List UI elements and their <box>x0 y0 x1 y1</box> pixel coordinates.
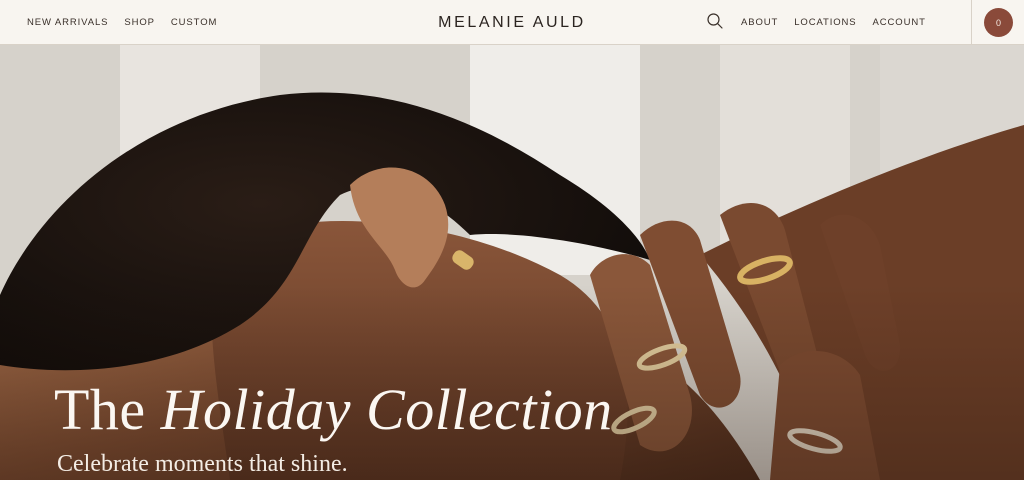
search-icon[interactable] <box>706 12 724 30</box>
hero-banner[interactable]: The Holiday Collection Celebrate moments… <box>0 45 1024 480</box>
nav-custom[interactable]: CUSTOM <box>171 17 217 28</box>
primary-nav: NEW ARRIVALS SHOP CUSTOM <box>27 0 217 45</box>
cart-button[interactable]: 0 <box>984 8 1013 37</box>
brand-logo[interactable]: MELANIE AULD <box>438 14 586 32</box>
nav-new-arrivals[interactable]: NEW ARRIVALS <box>27 17 108 28</box>
hero-title: The Holiday Collection <box>54 375 613 445</box>
nav-account[interactable]: ACCOUNT <box>873 17 926 28</box>
nav-locations[interactable]: LOCATIONS <box>794 17 856 28</box>
site-header: NEW ARRIVALS SHOP CUSTOM MELANIE AULD AB… <box>0 0 1024 45</box>
cart-count: 0 <box>995 17 1001 28</box>
nav-shop[interactable]: SHOP <box>124 17 155 28</box>
hero-title-plain: The <box>54 377 146 442</box>
secondary-nav: ABOUT LOCATIONS ACCOUNT <box>741 0 926 45</box>
nav-about[interactable]: ABOUT <box>741 17 778 28</box>
hero-title-italic: Holiday Collection <box>160 377 613 442</box>
header-divider <box>971 0 972 45</box>
hero-subtitle: Celebrate moments that shine. <box>57 451 348 477</box>
